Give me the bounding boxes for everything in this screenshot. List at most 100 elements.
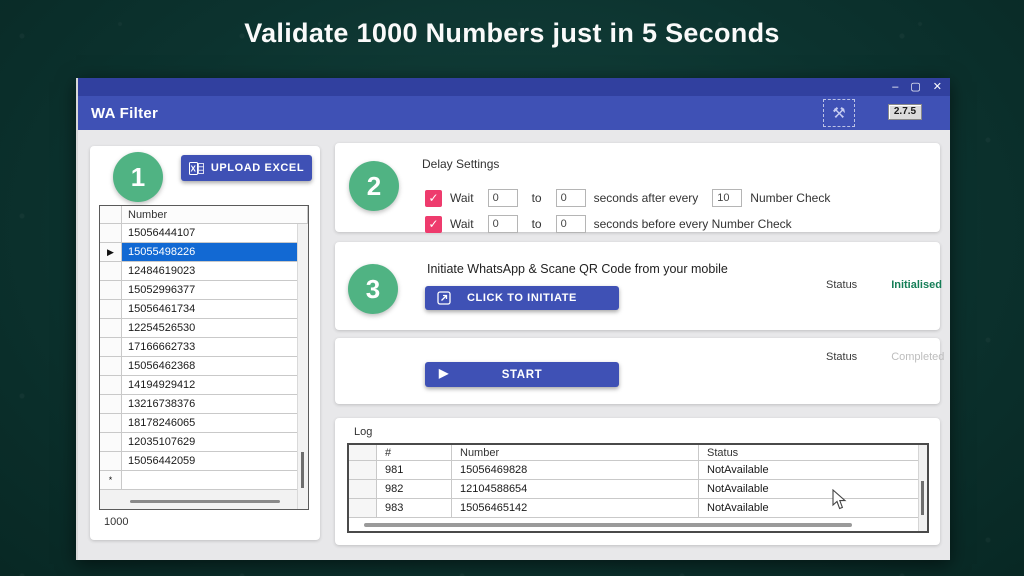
log-col-number: Number bbox=[452, 445, 699, 461]
click-to-initiate-button[interactable]: CLICK TO INITIATE bbox=[425, 286, 619, 310]
row-header-cell bbox=[100, 281, 122, 300]
log-vertical-scrollbar[interactable] bbox=[918, 445, 927, 531]
horizontal-scrollbar[interactable] bbox=[130, 500, 280, 503]
start-card: Status Completed ▶ START bbox=[335, 338, 940, 404]
upload-excel-button[interactable]: X UPLOAD EXCEL bbox=[181, 155, 312, 181]
row-header-cell: ▶ bbox=[100, 243, 122, 262]
log-status-cell: NotAvailable bbox=[699, 461, 927, 480]
log-status-cell: NotAvailable bbox=[699, 480, 927, 499]
empty-cell bbox=[122, 471, 308, 490]
number-row[interactable]: 15056442059 bbox=[100, 452, 308, 471]
number-cell: 18178246065 bbox=[122, 414, 308, 433]
log-id-cell: 981 bbox=[377, 461, 452, 480]
number-row[interactable]: 12484619023 bbox=[100, 262, 308, 281]
number-row[interactable]: 14194929412 bbox=[100, 376, 308, 395]
number-check-count-input[interactable] bbox=[712, 189, 742, 207]
numbers-table-body: 15056444107 ▶ 15055498226 12484619023 bbox=[100, 224, 308, 471]
number-cell: 15055498226 bbox=[122, 243, 308, 262]
number-cell: 15056442059 bbox=[122, 452, 308, 471]
launch-icon bbox=[437, 291, 451, 305]
checkmark-icon: ✓ bbox=[428, 217, 438, 231]
row-header-cell bbox=[100, 357, 122, 376]
wait-from-input[interactable] bbox=[488, 189, 518, 207]
checkbox-wait-after[interactable]: ✓ bbox=[425, 190, 442, 207]
number-row[interactable]: 17166662733 bbox=[100, 338, 308, 357]
number-row[interactable]: 13216738376 bbox=[100, 395, 308, 414]
log-table[interactable]: # Number Status 981 15056469828 NotAvail… bbox=[347, 443, 929, 533]
log-col-id: # bbox=[377, 445, 452, 461]
step2-badge: 2 bbox=[349, 161, 399, 211]
row-header-cell bbox=[100, 224, 122, 243]
log-row-header bbox=[349, 461, 377, 480]
wait-label: Wait bbox=[450, 191, 474, 205]
window-content: 1 X UPLOAD EXCEL Number bbox=[78, 130, 952, 560]
to-label: to bbox=[532, 217, 542, 231]
number-check-label: Number Check bbox=[750, 191, 830, 205]
delay-row-before: ✓ Wait to seconds before every Number Ch… bbox=[425, 215, 792, 233]
svg-text:X: X bbox=[190, 164, 196, 173]
wait-to-input-2[interactable] bbox=[556, 215, 586, 233]
initiate-status: Status Initialised bbox=[826, 279, 942, 291]
number-cell: 15056461734 bbox=[122, 300, 308, 319]
close-icon[interactable]: ✕ bbox=[933, 82, 942, 93]
number-row[interactable]: ▶ 15055498226 bbox=[100, 243, 308, 262]
wait-label: Wait bbox=[450, 217, 474, 231]
log-row[interactable]: 981 15056469828 NotAvailable bbox=[349, 461, 927, 480]
step2-card: 2 Delay Settings ✓ Wait to seconds after… bbox=[335, 143, 940, 232]
step1-card: 1 X UPLOAD EXCEL Number bbox=[90, 146, 320, 540]
log-number-cell: 12104588654 bbox=[452, 480, 699, 499]
corner-cell bbox=[100, 206, 122, 224]
start-label: START bbox=[502, 369, 542, 381]
row-header-cell bbox=[100, 319, 122, 338]
minimize-icon[interactable]: – bbox=[892, 82, 898, 93]
log-card: Log # Number Status 981 15056469828 bbox=[335, 418, 940, 545]
total-count-label: 1000 bbox=[104, 516, 128, 528]
delay-row-after: ✓ Wait to seconds after every Number Che… bbox=[425, 189, 830, 207]
log-id-cell: 983 bbox=[377, 499, 452, 518]
click-to-initiate-label: CLICK TO INITIATE bbox=[467, 292, 577, 304]
log-row-header bbox=[349, 480, 377, 499]
number-cell: 14194929412 bbox=[122, 376, 308, 395]
vertical-scrollbar-thumb[interactable] bbox=[301, 452, 304, 488]
vertical-scrollbar[interactable] bbox=[297, 224, 308, 509]
version-badge: 2.7.5 bbox=[888, 104, 922, 120]
number-cell: 15056462368 bbox=[122, 357, 308, 376]
numbers-table[interactable]: Number 15056444107 ▶ 15055498226 bbox=[99, 205, 309, 510]
status-label: Status bbox=[826, 351, 857, 363]
step3-card: 3 Initiate WhatsApp & Scane QR Code from… bbox=[335, 242, 940, 330]
number-row[interactable]: 15056444107 bbox=[100, 224, 308, 243]
log-corner-cell bbox=[349, 445, 377, 461]
number-row[interactable]: 18178246065 bbox=[100, 414, 308, 433]
step3-badge: 3 bbox=[348, 264, 398, 314]
number-cell: 15056444107 bbox=[122, 224, 308, 243]
app-window: – ▢ ✕ WA Filter ⚒ 2.7.5 1 X UPLOAD EXCEL bbox=[76, 78, 950, 560]
new-row[interactable]: * bbox=[100, 471, 308, 490]
log-number-cell: 15056469828 bbox=[452, 461, 699, 480]
number-row[interactable]: 15052996377 bbox=[100, 281, 308, 300]
row-header-cell bbox=[100, 414, 122, 433]
before-every-label: seconds before every Number Check bbox=[594, 217, 792, 231]
checkmark-icon: ✓ bbox=[428, 191, 438, 205]
tools-icon: ⚒ bbox=[832, 104, 845, 122]
number-row[interactable]: 12254526530 bbox=[100, 319, 308, 338]
maximize-icon[interactable]: ▢ bbox=[910, 82, 920, 93]
number-row[interactable]: 15056462368 bbox=[100, 357, 308, 376]
after-every-label: seconds after every bbox=[594, 191, 699, 205]
settings-tools-button[interactable]: ⚒ bbox=[823, 99, 855, 127]
start-button[interactable]: ▶ START bbox=[425, 362, 619, 387]
page-title: Validate 1000 Numbers just in 5 Seconds bbox=[0, 18, 1024, 49]
number-cell: 17166662733 bbox=[122, 338, 308, 357]
number-row[interactable]: 15056461734 bbox=[100, 300, 308, 319]
wait-from-input-2[interactable] bbox=[488, 215, 518, 233]
wait-to-input[interactable] bbox=[556, 189, 586, 207]
log-vertical-scrollbar-thumb[interactable] bbox=[921, 481, 924, 515]
number-row[interactable]: 12035107629 bbox=[100, 433, 308, 452]
numbers-table-header: Number bbox=[100, 206, 308, 224]
row-header-cell bbox=[100, 376, 122, 395]
row-header-cell bbox=[100, 452, 122, 471]
mouse-cursor bbox=[832, 489, 847, 510]
delay-settings-title: Delay Settings bbox=[422, 157, 499, 171]
to-label: to bbox=[532, 191, 542, 205]
log-horizontal-scrollbar[interactable] bbox=[364, 523, 852, 527]
checkbox-wait-before[interactable]: ✓ bbox=[425, 216, 442, 233]
